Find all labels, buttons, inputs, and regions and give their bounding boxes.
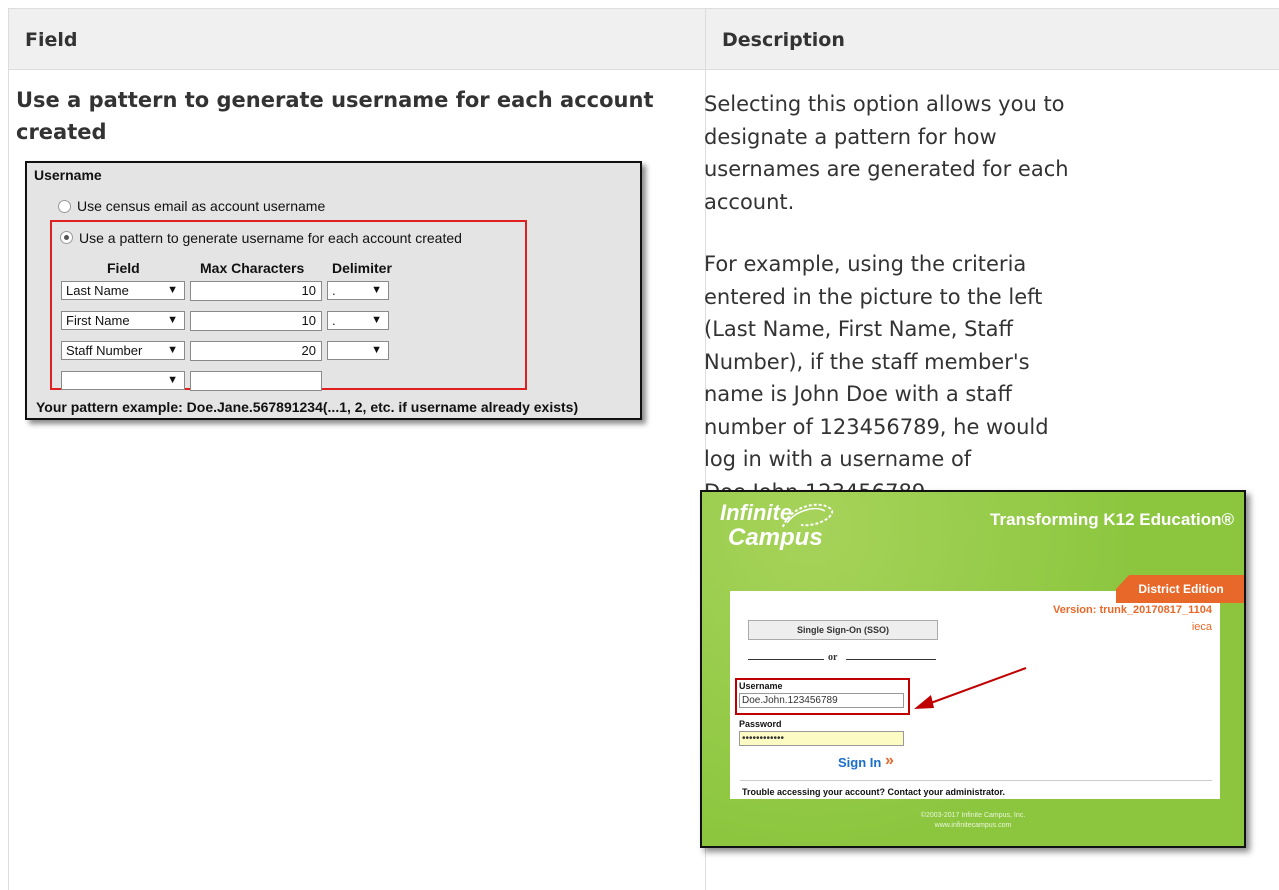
table-header: Field Description [9, 8, 1279, 70]
login-screenshot: Infinite Campus Transforming K12 Educati… [700, 490, 1246, 848]
chevron-down-icon: ▼ [371, 344, 382, 356]
field-select-4[interactable]: ▼ [61, 371, 185, 390]
delimiter-select-1[interactable]: . ▼ [327, 281, 389, 300]
field-select-1[interactable]: Last Name ▼ [61, 281, 185, 300]
col-delimiter-header: Delimiter [332, 260, 392, 276]
chevron-down-icon: ▼ [371, 284, 382, 296]
max-input-1[interactable]: 10 [190, 281, 322, 301]
description-paragraph-2: For example, using the criteria entered … [704, 252, 1049, 504]
max-input-3[interactable]: 20 [190, 341, 322, 361]
delimiter-select-2[interactable]: . ▼ [327, 311, 389, 330]
field-select-2[interactable]: First Name ▼ [61, 311, 185, 330]
username-settings-screenshot: Username Use census email as account use… [25, 161, 642, 420]
header-field: Field [25, 29, 78, 51]
pointer-arrow-icon [914, 667, 1027, 709]
max-input-4[interactable] [190, 371, 322, 391]
header-description: Description [722, 29, 845, 51]
delimiter-select-3[interactable]: ▼ [327, 341, 389, 360]
col-max-header: Max Characters [200, 260, 305, 276]
census-email-radio[interactable] [58, 200, 71, 213]
field-select-3[interactable]: Staff Number ▼ [61, 341, 185, 360]
field-select-1-value: Last Name [66, 283, 129, 298]
census-email-label: Use census email as account username [77, 198, 326, 214]
copyright-text: ©2003-2017 Infinite Campus, Inc. [920, 812, 1026, 819]
delimiter-select-2-value: . [332, 313, 336, 328]
field-title: Use a pattern to generate username for e… [16, 88, 654, 144]
description-paragraph-1: Selecting this option allows you to desi… [704, 92, 1069, 214]
website-text: www.infinitecampus.com [934, 822, 1012, 829]
delimiter-select-1-value: . [332, 283, 336, 298]
chevron-down-icon: ▼ [167, 284, 178, 296]
chevron-down-icon: ▼ [167, 344, 178, 356]
chevron-down-icon: ▼ [167, 374, 178, 386]
panel-title: Username [34, 167, 102, 183]
field-select-2-value: First Name [66, 313, 130, 328]
pattern-radio[interactable] [60, 231, 73, 244]
max-input-2[interactable]: 10 [190, 311, 322, 331]
chevron-down-icon: ▼ [371, 314, 382, 326]
chevron-down-icon: ▼ [167, 314, 178, 326]
field-select-3-value: Staff Number [66, 343, 143, 358]
pattern-label: Use a pattern to generate username for e… [79, 230, 462, 246]
pattern-example-text: Your pattern example: Doe.Jane.567891234… [36, 399, 579, 415]
col-field-header: Field [107, 260, 140, 276]
